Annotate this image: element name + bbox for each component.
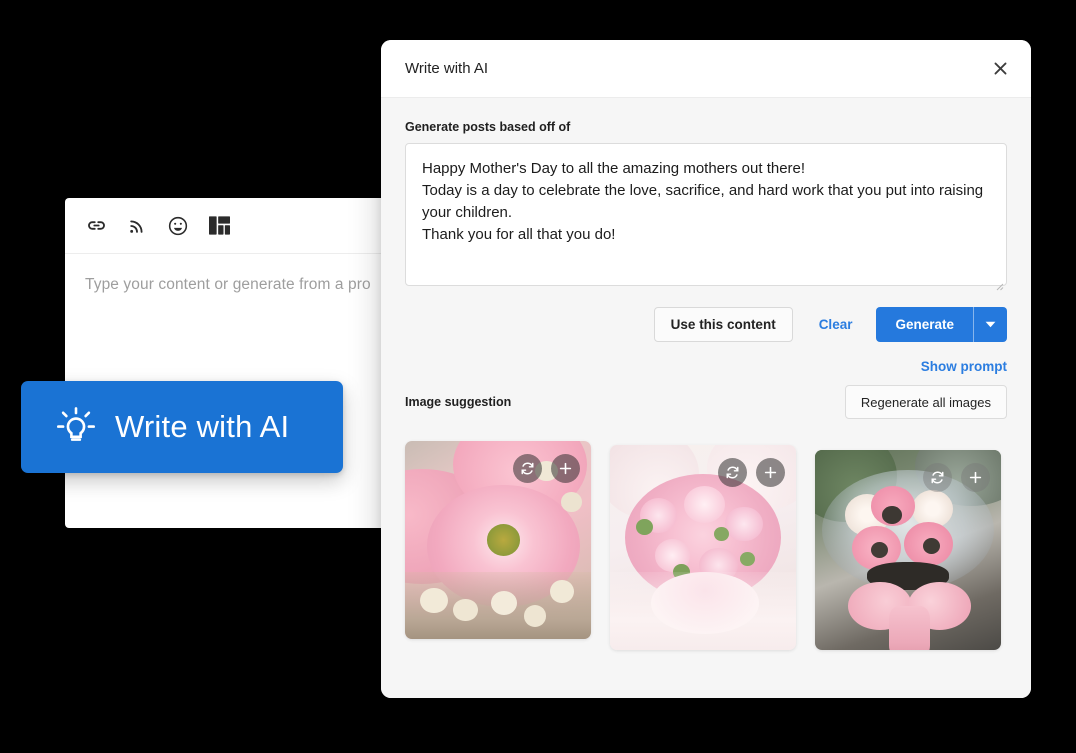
rss-icon[interactable] xyxy=(126,215,148,237)
image-suggestion-header: Image suggestion Regenerate all images xyxy=(405,385,1007,419)
clear-button[interactable]: Clear xyxy=(819,317,853,332)
write-with-ai-label: Write with AI xyxy=(115,409,290,444)
modal-body: Generate posts based off of Use this con… xyxy=(381,98,1031,698)
image-suggestion-label: Image suggestion xyxy=(405,395,512,409)
link-icon[interactable] xyxy=(85,215,107,237)
plus-icon[interactable] xyxy=(961,463,990,492)
lightbulb-icon xyxy=(55,405,97,449)
modal-header: Write with AI xyxy=(381,40,1031,98)
write-with-ai-modal: Write with AI Generate posts based off o… xyxy=(381,40,1031,698)
image-card-actions xyxy=(718,458,785,487)
refresh-icon[interactable] xyxy=(718,458,747,487)
modal-title: Write with AI xyxy=(405,60,489,77)
emoji-icon[interactable] xyxy=(167,215,189,237)
prompt-textarea[interactable] xyxy=(405,143,1007,286)
image-card-actions xyxy=(923,463,990,492)
image-suggestion-card[interactable] xyxy=(815,450,1001,650)
plus-icon[interactable] xyxy=(756,458,785,487)
prompt-field-label: Generate posts based off of xyxy=(405,120,571,134)
generate-button[interactable]: Generate xyxy=(876,307,973,342)
show-prompt-row: Show prompt xyxy=(405,359,1007,374)
use-this-content-button[interactable]: Use this content xyxy=(653,307,793,342)
image-suggestion-card[interactable] xyxy=(610,445,796,650)
generate-split-button: Generate xyxy=(876,307,1007,342)
image-card-actions xyxy=(513,454,580,483)
layout-icon[interactable] xyxy=(208,215,230,237)
refresh-icon[interactable] xyxy=(923,463,952,492)
regenerate-all-images-button[interactable]: Regenerate all images xyxy=(844,385,1007,419)
prompt-textarea-wrapper xyxy=(405,143,1007,291)
write-with-ai-button[interactable]: Write with AI xyxy=(21,381,343,473)
refresh-icon[interactable] xyxy=(513,454,542,483)
image-suggestion-card[interactable] xyxy=(405,441,591,639)
show-prompt-link[interactable]: Show prompt xyxy=(921,359,1007,374)
image-suggestion-grid xyxy=(405,441,1007,650)
close-icon[interactable] xyxy=(985,53,1015,83)
plus-icon[interactable] xyxy=(551,454,580,483)
prompt-action-row: Use this content Clear Generate xyxy=(405,307,1007,342)
chevron-down-icon[interactable] xyxy=(973,307,1007,342)
